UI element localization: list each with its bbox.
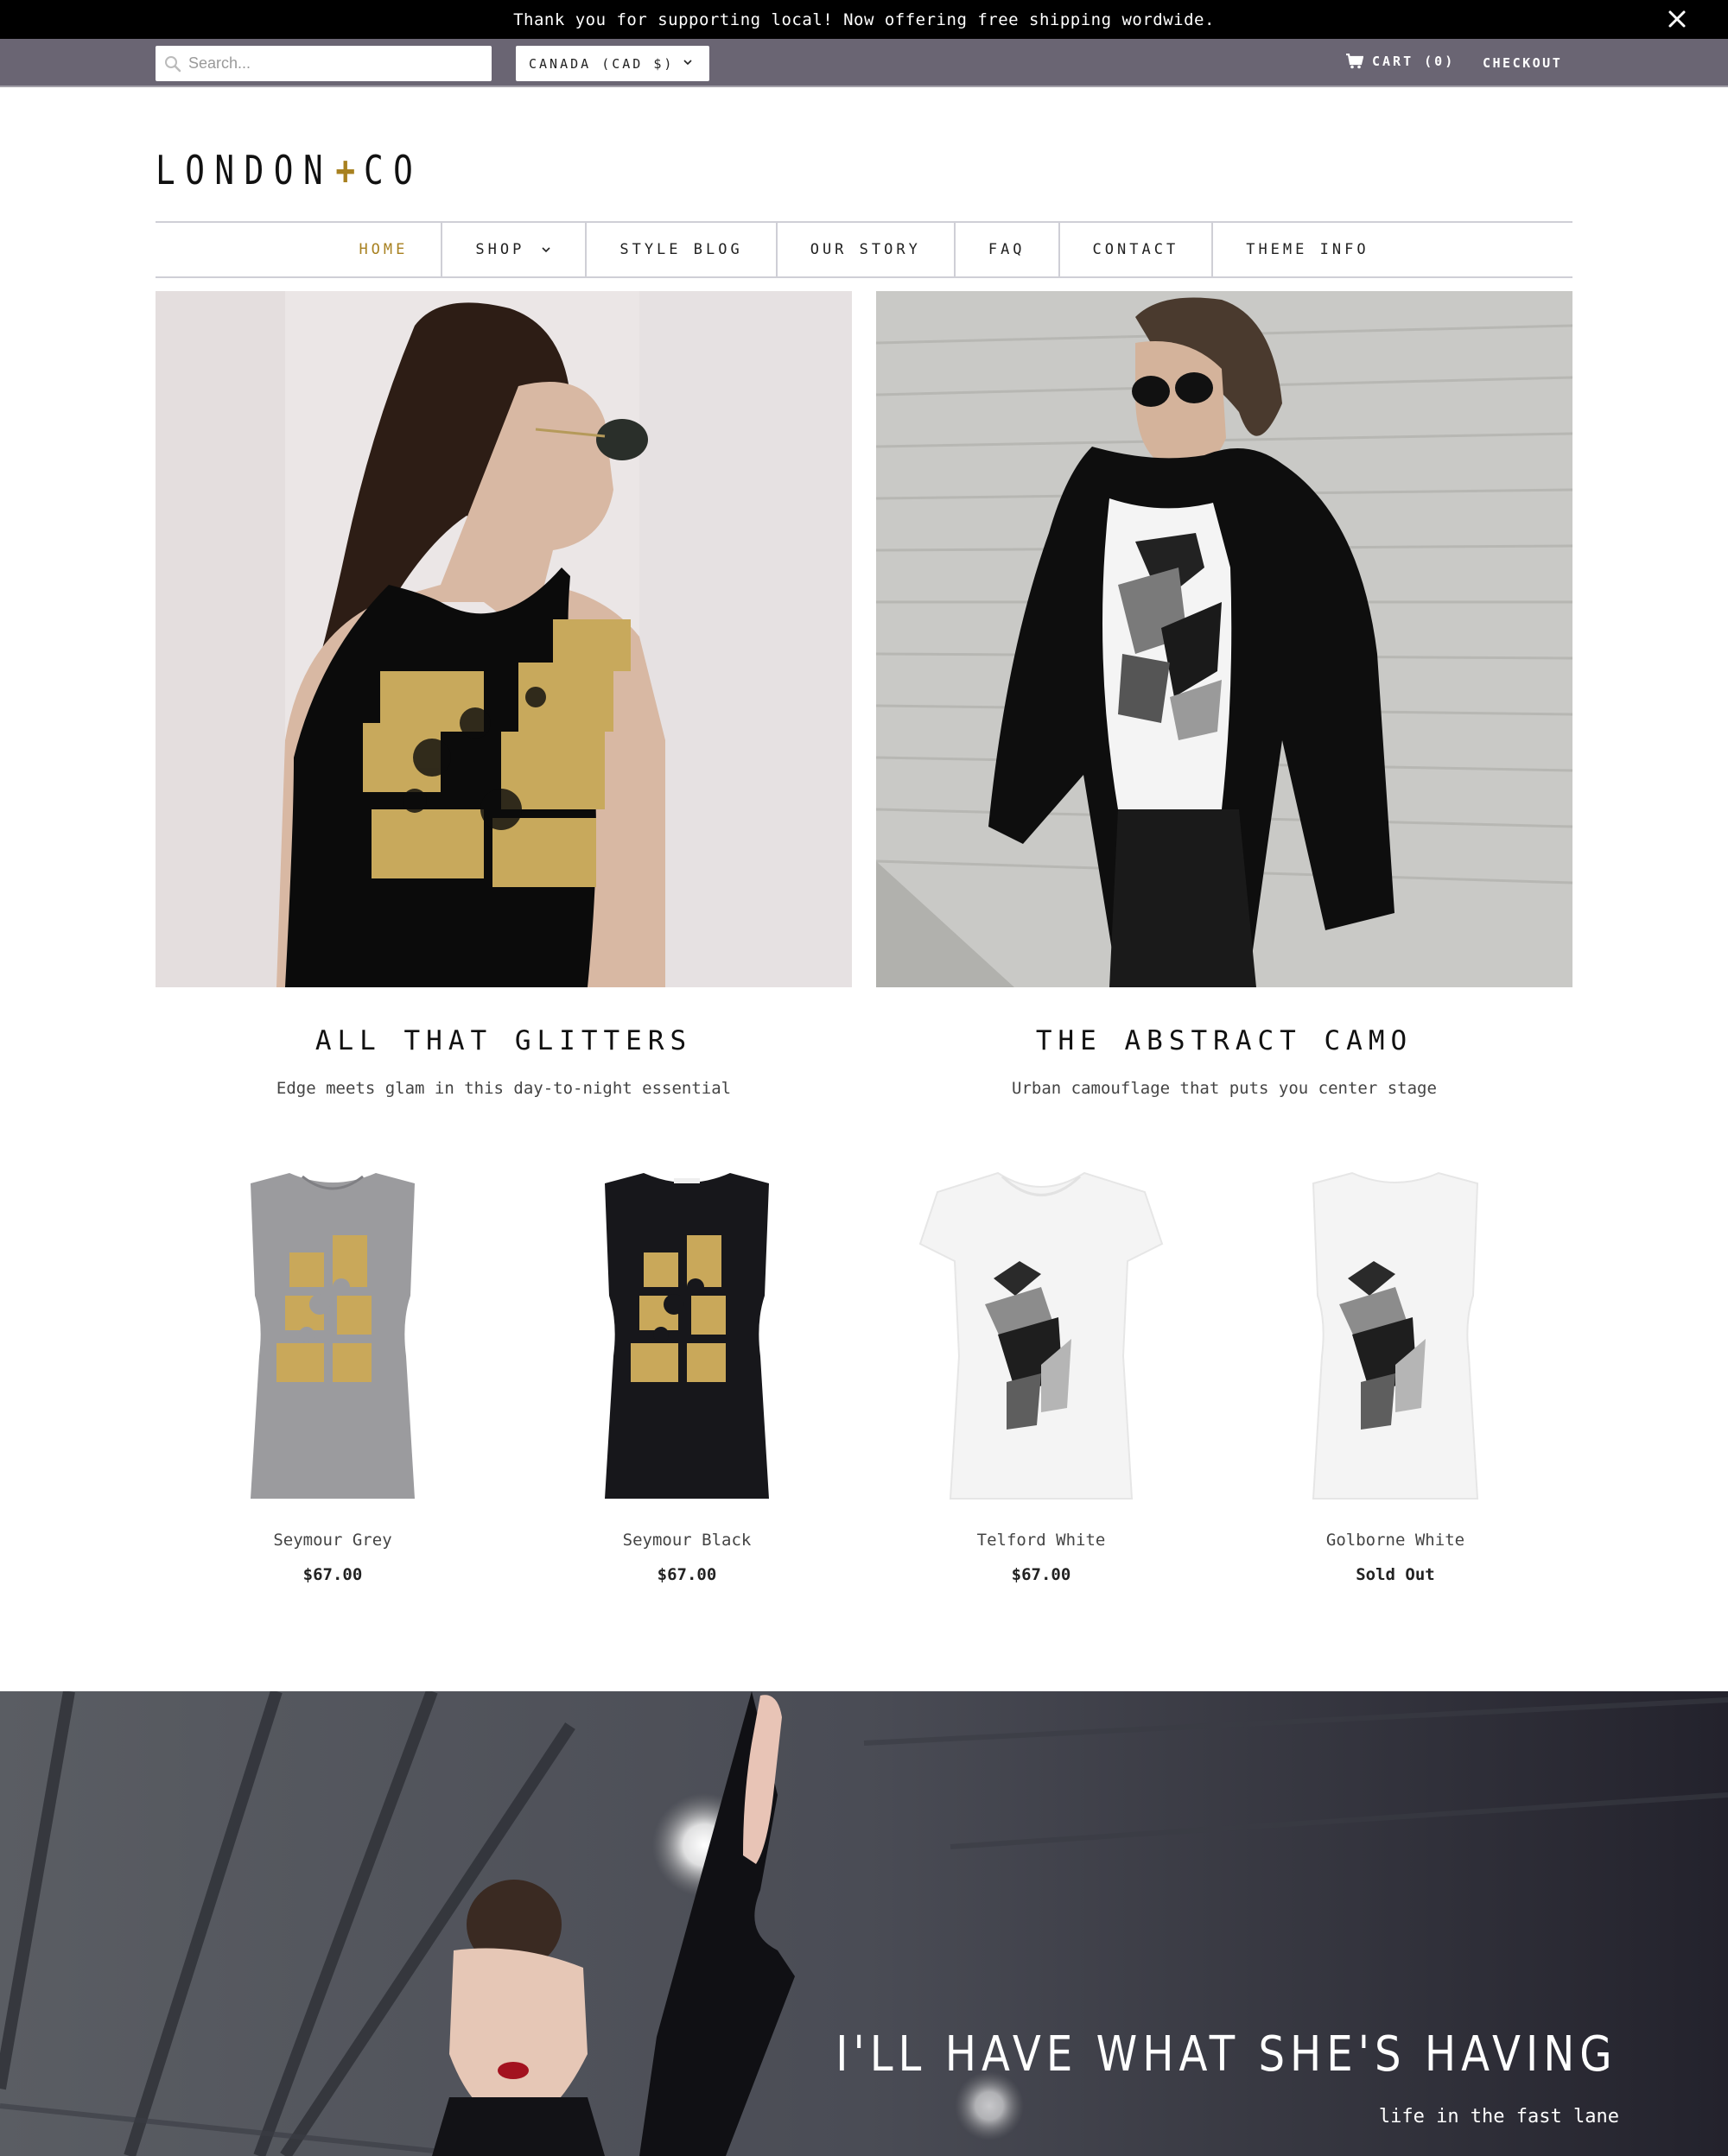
chevron-down-icon bbox=[542, 247, 550, 253]
product-name[interactable]: Telford White bbox=[864, 1531, 1218, 1550]
main-nav: HOME SHOP STYLE BLOG OUR STORY FAQ CONTA… bbox=[156, 221, 1572, 278]
nav-label: FAQ bbox=[988, 241, 1026, 258]
announcement-text: Thank you for supporting local! Now offe… bbox=[513, 10, 1215, 29]
product-grid: Seymour Grey $67.00 Seymour Black $67.00 bbox=[156, 1166, 1572, 1584]
nav-label: CONTACT bbox=[1092, 241, 1179, 258]
product-card[interactable]: Telford White $67.00 bbox=[864, 1166, 1218, 1584]
logo-text-right: CO bbox=[363, 147, 423, 193]
product-price: $67.00 bbox=[302, 1565, 363, 1584]
nav-item-shop[interactable]: SHOP bbox=[441, 223, 585, 276]
product-image[interactable] bbox=[156, 1166, 510, 1512]
nav-label: THEME INFO bbox=[1246, 241, 1369, 258]
logo-text-left: LONDON bbox=[156, 147, 334, 193]
product-card[interactable]: Golborne White Sold Out bbox=[1218, 1166, 1572, 1584]
nav-item-theme-info[interactable]: THEME INFO bbox=[1211, 223, 1401, 276]
close-icon[interactable] bbox=[1666, 8, 1688, 30]
nav-label: HOME bbox=[359, 241, 409, 258]
chevron-down-icon bbox=[683, 60, 692, 66]
nav-item-contact[interactable]: CONTACT bbox=[1058, 223, 1212, 276]
banner-headline[interactable]: I'LL HAVE WHAT SHE'S HAVING bbox=[836, 2026, 1617, 2083]
product-name[interactable]: Golborne White bbox=[1218, 1531, 1572, 1550]
cart-link[interactable]: CART (0) bbox=[1346, 54, 1455, 69]
promo-banner: I'LL HAVE WHAT SHE'S HAVING life in the … bbox=[0, 1691, 1728, 2156]
nav-item-faq[interactable]: FAQ bbox=[953, 223, 1058, 276]
announcement-bar: Thank you for supporting local! Now offe… bbox=[0, 0, 1728, 39]
product-image[interactable] bbox=[510, 1166, 864, 1512]
product-image[interactable] bbox=[1218, 1166, 1572, 1512]
currency-selected-label: CANADA (CAD $) bbox=[529, 55, 675, 72]
banner-image bbox=[0, 1691, 1728, 2156]
nav-item-home[interactable]: HOME bbox=[326, 223, 441, 276]
logo-plus: + bbox=[335, 147, 361, 193]
cart-icon bbox=[1346, 54, 1363, 69]
product-name[interactable]: Seymour Black bbox=[510, 1531, 864, 1550]
feature-card: THE ABSTRACT CAMO Urban camouflage that … bbox=[876, 291, 1572, 1098]
product-image[interactable] bbox=[864, 1166, 1218, 1512]
feature-subtitle: Edge meets glam in this day-to-night ess… bbox=[276, 1079, 732, 1098]
product-price: $67.00 bbox=[1011, 1565, 1071, 1584]
product-sold-out-label: Sold Out bbox=[1356, 1565, 1435, 1584]
nav-item-style-blog[interactable]: STYLE BLOG bbox=[585, 223, 775, 276]
currency-select[interactable]: CANADA (CAD $) bbox=[516, 46, 709, 81]
product-card[interactable]: Seymour Grey $67.00 bbox=[156, 1166, 510, 1584]
feature-card: ALL THAT GLITTERS Edge meets glam in thi… bbox=[156, 291, 852, 1098]
banner-tagline: life in the fast lane bbox=[1378, 2106, 1619, 2127]
nav-label: SHOP bbox=[475, 241, 525, 258]
feature-image-glitters[interactable] bbox=[156, 291, 852, 987]
product-card[interactable]: Seymour Black $67.00 bbox=[510, 1166, 864, 1584]
utility-bar: CANADA (CAD $) CART (0) CHECKOUT bbox=[0, 39, 1728, 87]
search-icon bbox=[165, 55, 181, 72]
feature-title[interactable]: THE ABSTRACT CAMO bbox=[876, 1025, 1572, 1056]
checkout-link[interactable]: CHECKOUT bbox=[1483, 55, 1562, 71]
nav-label: STYLE BLOG bbox=[619, 241, 743, 258]
feature-title[interactable]: ALL THAT GLITTERS bbox=[156, 1025, 852, 1056]
feature-image-abstract-camo[interactable] bbox=[876, 291, 1572, 987]
product-price: $67.00 bbox=[657, 1565, 717, 1584]
store-logo[interactable]: LONDON + CO bbox=[156, 147, 422, 193]
cart-label: CART (0) bbox=[1372, 54, 1456, 69]
nav-label: OUR STORY bbox=[810, 241, 921, 258]
feature-subtitle: Urban camouflage that puts you center st… bbox=[1012, 1079, 1437, 1098]
product-name[interactable]: Seymour Grey bbox=[156, 1531, 510, 1550]
search-input[interactable] bbox=[188, 54, 465, 73]
nav-item-our-story[interactable]: OUR STORY bbox=[775, 223, 954, 276]
search-box[interactable] bbox=[156, 46, 492, 81]
